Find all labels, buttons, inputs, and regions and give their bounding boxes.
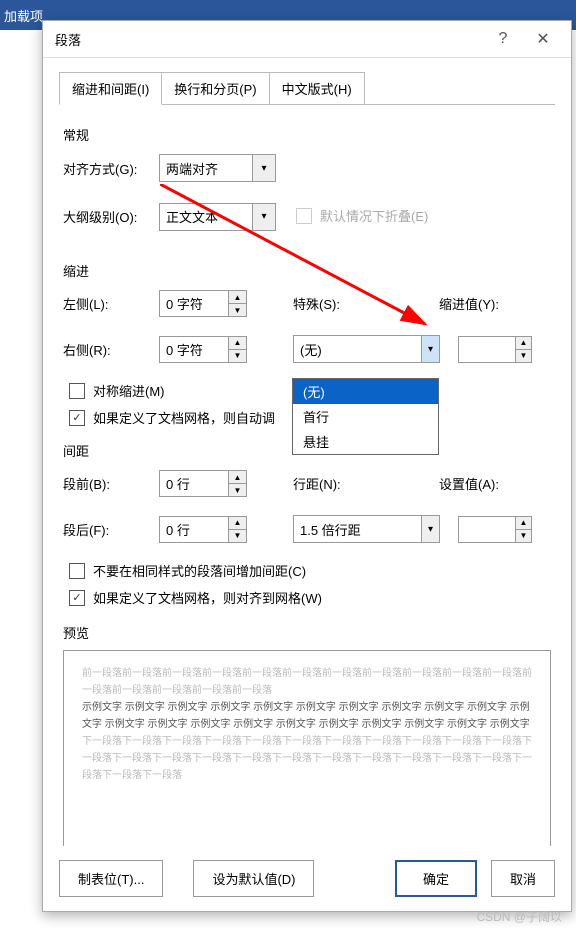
section-indent: 缩进 — [63, 261, 551, 280]
indent-value-label: 缩进值(Y): — [439, 294, 499, 313]
ok-button[interactable]: 确定 — [395, 860, 477, 897]
collapse-label: 默认情况下折叠(E) — [320, 206, 428, 225]
preview-next: 下一段落下一段落下一段落下一段落下一段落下一段落下一段落下一段落下一段落下一段落… — [82, 733, 532, 784]
align-value[interactable] — [160, 157, 252, 180]
left-indent-input[interactable]: ▲▼ — [159, 290, 247, 317]
preview-box: 前一段落前一段落前一段落前一段落前一段落前一段落前一段落前一段落前一段落前一段落… — [63, 650, 551, 846]
chevron-down-icon[interactable]: ▾ — [252, 155, 275, 181]
setval-label: 设置值(A): — [439, 474, 499, 493]
tab-chinese-layout[interactable]: 中文版式(H) — [269, 72, 365, 105]
line-spacing-label: 行距(N): — [293, 474, 373, 493]
right-indent-label: 右侧(R): — [63, 340, 159, 359]
outline-combo[interactable]: ▾ — [159, 203, 276, 231]
mirror-indent-label: 对称缩进(M) — [93, 381, 165, 400]
grid-indent-checkbox[interactable]: ✓ — [69, 410, 85, 426]
spin-buttons[interactable]: ▲▼ — [228, 337, 246, 362]
ribbon-tab[interactable]: 加载项 — [4, 6, 43, 25]
preview-prev: 前一段落前一段落前一段落前一段落前一段落前一段落前一段落前一段落前一段落前一段落… — [82, 665, 532, 699]
preview-title: 预览 — [63, 623, 551, 642]
help-button[interactable]: ? — [483, 21, 523, 57]
right-indent-input[interactable]: ▲▼ — [159, 336, 247, 363]
before-label: 段前(B): — [63, 474, 159, 493]
grid-indent-label: 如果定义了文档网格，则自动调 — [93, 408, 275, 427]
outline-label: 大纲级别(O): — [63, 207, 159, 226]
grid-align-label: 如果定义了文档网格，则对齐到网格(W) — [93, 588, 322, 607]
paragraph-dialog: 段落 ? ✕ 缩进和间距(I) 换行和分页(P) 中文版式(H) 常规 对齐方式… — [42, 20, 572, 912]
spin-buttons[interactable]: ▲▼ — [228, 517, 246, 542]
section-general: 常规 — [63, 125, 551, 144]
watermark: CSDN @子阔以 — [476, 908, 562, 925]
cancel-button[interactable]: 取消 — [491, 860, 555, 897]
nospace-label: 不要在相同样式的段落间增加间距(C) — [93, 561, 306, 580]
chevron-down-icon[interactable]: ▾ — [421, 336, 439, 362]
dialog-tabs: 缩进和间距(I) 换行和分页(P) 中文版式(H) — [59, 72, 571, 105]
align-label: 对齐方式(G): — [63, 159, 159, 178]
dialog-title: 段落 — [55, 30, 81, 49]
special-label: 特殊(S): — [293, 294, 373, 313]
after-label: 段后(F): — [63, 520, 159, 539]
setval-input[interactable]: ▲▼ — [458, 516, 532, 543]
close-button[interactable]: ✕ — [523, 21, 563, 57]
mirror-indent-checkbox[interactable] — [69, 383, 85, 399]
tab-indent-spacing[interactable]: 缩进和间距(I) — [59, 72, 162, 105]
indent-value-input[interactable]: ▲▼ — [458, 336, 532, 363]
outline-value[interactable] — [160, 205, 252, 228]
before-input[interactable]: ▲▼ — [159, 470, 247, 497]
spin-buttons[interactable]: ▲▼ — [228, 291, 246, 316]
option-firstline[interactable]: 首行 — [293, 404, 438, 429]
align-combo[interactable]: ▾ — [159, 154, 276, 182]
nospace-checkbox[interactable] — [69, 563, 85, 579]
line-spacing-combo[interactable]: ▾ — [293, 515, 440, 543]
preview-sample: 示例文字 示例文字 示例文字 示例文字 示例文字 示例文字 示例文字 示例文字 … — [82, 699, 532, 733]
chevron-down-icon[interactable]: ▾ — [252, 204, 275, 230]
tab-line-page-break[interactable]: 换行和分页(P) — [161, 72, 269, 105]
default-button[interactable]: 设为默认值(D) — [193, 860, 314, 897]
special-combo[interactable]: ▾ — [293, 335, 440, 363]
chevron-down-icon[interactable]: ▾ — [421, 516, 439, 542]
special-dropdown-list[interactable]: (无) 首行 悬挂 — [292, 378, 439, 455]
spin-buttons[interactable]: ▲▼ — [515, 517, 531, 542]
after-input[interactable]: ▲▼ — [159, 516, 247, 543]
left-indent-label: 左侧(L): — [63, 294, 159, 313]
grid-align-checkbox[interactable]: ✓ — [69, 590, 85, 606]
spin-buttons[interactable]: ▲▼ — [228, 471, 246, 496]
dialog-titlebar: 段落 ? ✕ — [43, 21, 571, 58]
option-none[interactable]: (无) — [293, 379, 438, 404]
option-hanging[interactable]: 悬挂 — [293, 429, 438, 454]
tabs-button[interactable]: 制表位(T)... — [59, 860, 163, 897]
spin-buttons[interactable]: ▲▼ — [515, 337, 531, 362]
collapse-checkbox — [296, 208, 312, 224]
